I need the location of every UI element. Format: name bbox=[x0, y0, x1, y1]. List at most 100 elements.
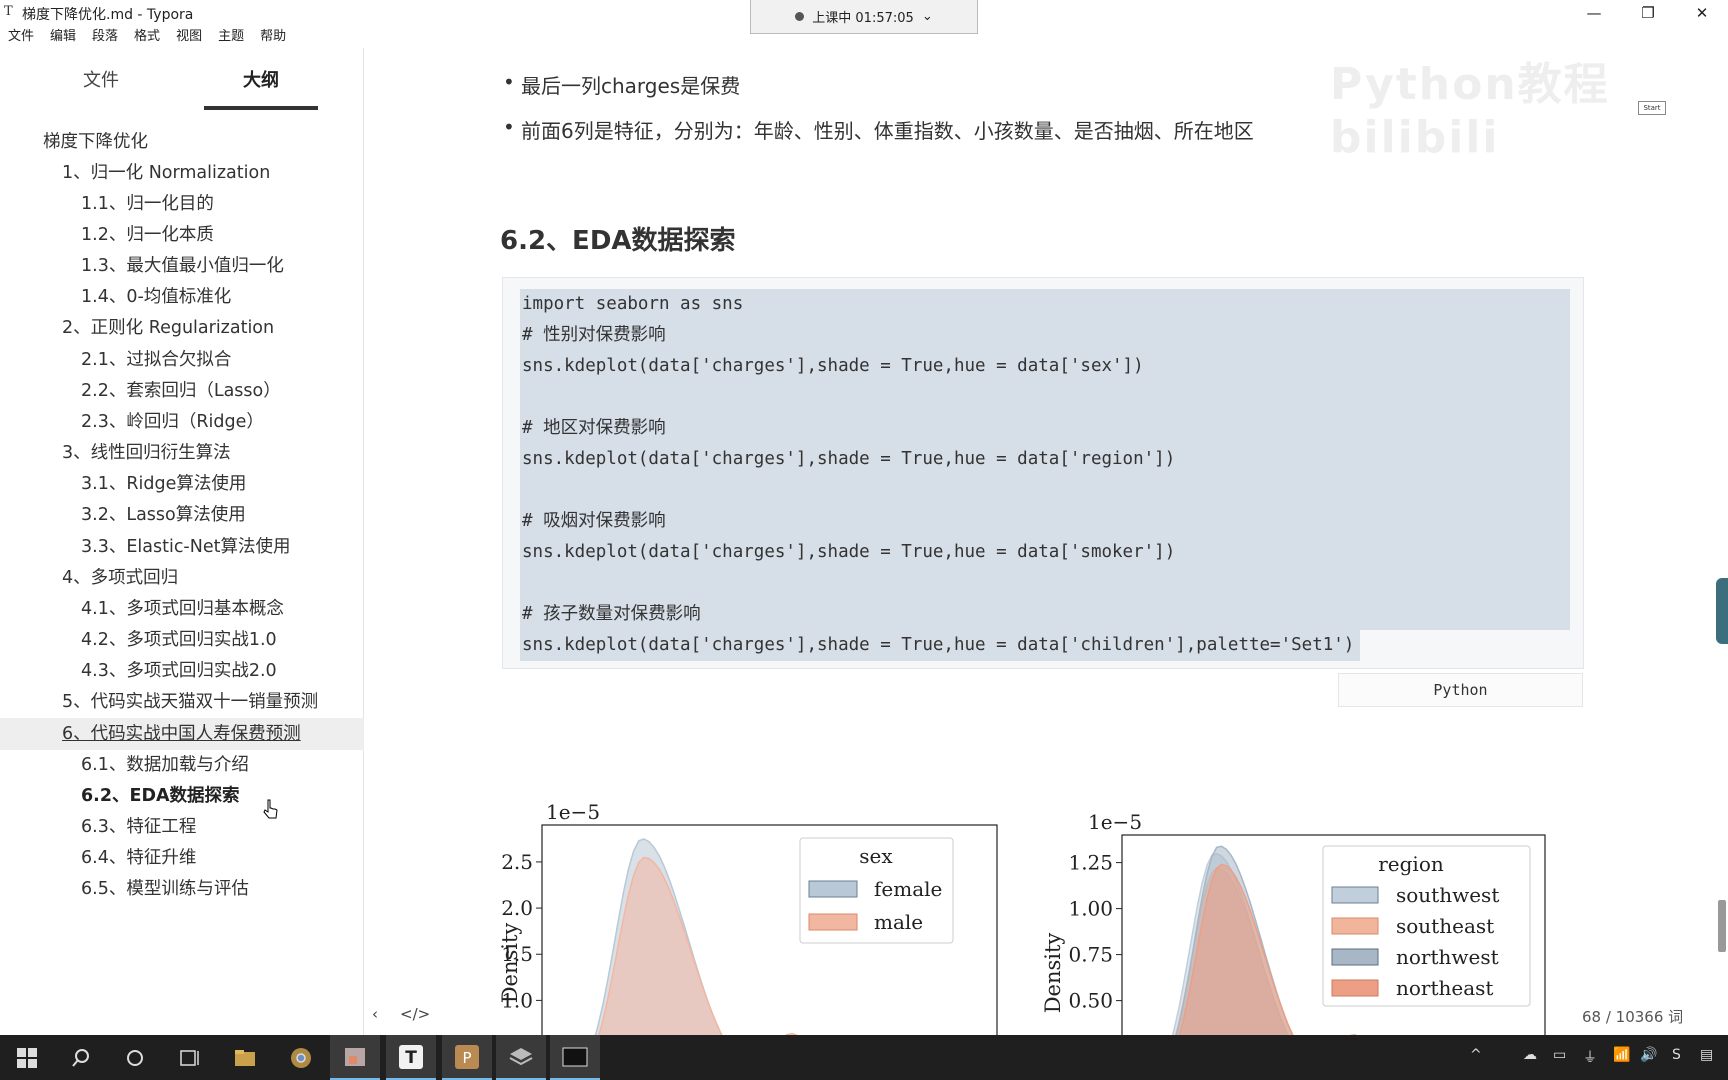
pycharm-icon[interactable]: P bbox=[442, 1035, 492, 1080]
onedrive-icon[interactable]: ☁ bbox=[1523, 1047, 1537, 1063]
outline-item[interactable]: 3.1、Ridge算法使用 bbox=[81, 468, 246, 500]
legend-title: sex bbox=[859, 844, 893, 868]
chevron-down-icon[interactable]: ⌄ bbox=[922, 9, 933, 24]
kde-chart-region: 1e−5 0.250.500.751.001.25 Density region… bbox=[1041, 810, 1546, 1035]
notifications-icon[interactable]: ▤ bbox=[1700, 1047, 1713, 1063]
legend-swatch-northeast bbox=[1331, 979, 1379, 997]
code-line[interactable]: import seaborn as sns bbox=[520, 289, 1570, 320]
y-tick-label: 0.50 bbox=[1068, 989, 1113, 1013]
code-line[interactable]: # 吸烟对保费影响 bbox=[520, 506, 1570, 537]
outline-item[interactable]: 梯度下降优化 bbox=[43, 126, 148, 158]
code-line[interactable]: sns.kdeplot(data['charges'],shade = True… bbox=[520, 444, 1570, 475]
outline-item-hovered[interactable]: 6、代码实战中国人寿保费预测 bbox=[0, 718, 364, 750]
sidebar-tabs: 文件 大纲 bbox=[0, 66, 364, 110]
menu-theme[interactable]: 主题 bbox=[218, 26, 244, 48]
menu-paragraph[interactable]: 段落 bbox=[92, 26, 118, 48]
outline-item-current[interactable]: 6.2、EDA数据探索 bbox=[81, 780, 240, 812]
taskbar: T P ^ ☁ ▭ ⏚ 📶 🔊 S ▤ bbox=[0, 1035, 1728, 1080]
typora-icon[interactable]: T bbox=[386, 1035, 436, 1080]
code-line[interactable] bbox=[520, 568, 1570, 599]
legend: region southwest southeast northwest nor… bbox=[1322, 845, 1531, 1007]
outline-item[interactable]: 6.5、模型训练与评估 bbox=[81, 873, 249, 905]
code-line[interactable]: sns.kdeplot(data['charges'],shade = True… bbox=[520, 630, 1361, 661]
volume-icon[interactable]: 🔊 bbox=[1640, 1047, 1657, 1063]
outline-item[interactable]: 1.1、归一化目的 bbox=[81, 188, 214, 220]
menu-format[interactable]: 格式 bbox=[134, 26, 160, 48]
outline-item[interactable]: 3、线性回归衍生算法 bbox=[62, 437, 231, 469]
paint-icon[interactable] bbox=[330, 1035, 380, 1080]
search-icon[interactable] bbox=[56, 1035, 106, 1080]
outline-item[interactable]: 1.2、归一化本质 bbox=[81, 219, 214, 251]
code-line[interactable]: # 孩子数量对保费影响 bbox=[520, 599, 1570, 630]
legend-label-male: male bbox=[874, 910, 923, 934]
outline-item[interactable]: 3.3、Elastic-Net算法使用 bbox=[81, 531, 290, 563]
svg-text:T: T bbox=[405, 1048, 417, 1068]
start-button[interactable]: Start bbox=[1638, 101, 1666, 115]
outline-item[interactable]: 3.2、Lasso算法使用 bbox=[81, 499, 246, 531]
outline-item[interactable]: 2、正则化 Regularization bbox=[62, 312, 274, 344]
task-view-icon[interactable] bbox=[164, 1035, 214, 1080]
minimize-button[interactable]: — bbox=[1570, 0, 1618, 26]
outline-item[interactable]: 2.2、套索回归（Lasso） bbox=[81, 375, 281, 407]
app-tray-icon[interactable]: S bbox=[1672, 1047, 1681, 1063]
class-timer[interactable]: 上课中 01:57:05 ⌄ bbox=[750, 0, 978, 34]
outline-item[interactable]: 6.3、特征工程 bbox=[81, 811, 196, 843]
y-tick-label: 0.75 bbox=[1068, 943, 1113, 967]
word-count[interactable]: 68 / 10366 词 bbox=[1582, 1006, 1683, 1027]
outline-item[interactable]: 2.3、岭回归（Ridge） bbox=[81, 406, 264, 438]
menu-view[interactable]: 视图 bbox=[176, 26, 202, 48]
code-line[interactable] bbox=[520, 475, 1570, 506]
svg-text:P: P bbox=[462, 1049, 471, 1067]
outline-item[interactable]: 1.3、最大值最小值归一化 bbox=[81, 250, 284, 282]
battery-icon[interactable]: ▭ bbox=[1553, 1047, 1566, 1063]
file-explorer-icon[interactable] bbox=[220, 1035, 270, 1080]
typora-app-icon: T bbox=[4, 4, 13, 19]
code-block[interactable]: import seaborn as sns # 性别对保费影响 sns.kdep… bbox=[502, 277, 1584, 669]
code-line[interactable]: sns.kdeplot(data['charges'],shade = True… bbox=[520, 537, 1570, 568]
outline-item[interactable]: 4.1、多项式回归基本概念 bbox=[81, 593, 284, 625]
menu-edit[interactable]: 编辑 bbox=[50, 26, 76, 48]
timer-text: 上课中 01:57:05 bbox=[812, 11, 914, 26]
outline-item-label[interactable]: 6、代码实战中国人寿保费预测 bbox=[62, 718, 301, 750]
tab-outline[interactable]: 大纲 bbox=[204, 66, 318, 110]
outline-item[interactable]: 5、代码实战天猫双十一销量预测 bbox=[62, 686, 318, 718]
outline-item[interactable]: 2.1、过拟合欠拟合 bbox=[81, 344, 231, 376]
code-language-selector[interactable]: Python bbox=[1338, 673, 1583, 707]
legend-swatch-male bbox=[808, 913, 858, 931]
side-panel-handle[interactable] bbox=[1716, 578, 1728, 644]
outline-item[interactable]: 6.1、数据加载与介绍 bbox=[81, 749, 249, 781]
outline-item[interactable]: 4、多项式回归 bbox=[62, 562, 178, 594]
vm-icon[interactable] bbox=[496, 1035, 546, 1080]
close-button[interactable]: ✕ bbox=[1678, 0, 1726, 26]
code-line[interactable]: # 性别对保费影响 bbox=[520, 320, 1570, 351]
terminal-icon[interactable] bbox=[550, 1035, 600, 1080]
windows-icon[interactable] bbox=[2, 1035, 52, 1080]
sidebar: 文件 大纲 梯度下降优化 1、归一化 Normalization 1.1、归一化… bbox=[0, 48, 364, 1035]
scrollbar-thumb[interactable] bbox=[1718, 900, 1726, 952]
section-heading: 6.2、EDA数据探索 bbox=[500, 226, 736, 256]
outline-item[interactable]: 1.4、0-均值标准化 bbox=[81, 281, 231, 313]
y-tick-label: 2.5 bbox=[501, 850, 533, 874]
outline-item[interactable]: 6.4、特征升维 bbox=[81, 842, 196, 874]
chrome-icon[interactable] bbox=[276, 1035, 326, 1080]
legend: sex female male bbox=[799, 837, 954, 944]
network-icon[interactable]: ⏚ bbox=[1583, 1047, 1597, 1067]
outline-item[interactable]: 4.2、多项式回归实战1.0 bbox=[81, 624, 277, 656]
cortana-icon[interactable] bbox=[110, 1035, 160, 1080]
maximize-button[interactable]: ❐ bbox=[1624, 0, 1672, 26]
outline-item[interactable]: 4.3、多项式回归实战2.0 bbox=[81, 655, 277, 687]
tray-expand-icon[interactable]: ^ bbox=[1470, 1047, 1482, 1063]
code-line[interactable] bbox=[520, 382, 1570, 413]
code-line[interactable]: sns.kdeplot(data['charges'],shade = True… bbox=[520, 351, 1570, 382]
legend-swatch-southeast bbox=[1331, 917, 1379, 935]
tab-files[interactable]: 文件 bbox=[56, 66, 146, 106]
legend-label-northeast: northeast bbox=[1396, 976, 1493, 1000]
menu-help[interactable]: 帮助 bbox=[260, 26, 286, 48]
wifi-icon[interactable]: 📶 bbox=[1613, 1047, 1630, 1063]
code-selection[interactable]: import seaborn as sns # 性别对保费影响 sns.kdep… bbox=[520, 289, 1570, 630]
legend-label-southwest: southwest bbox=[1396, 883, 1499, 907]
code-line[interactable]: # 地区对保费影响 bbox=[520, 413, 1570, 444]
outline-item[interactable]: 1、归一化 Normalization bbox=[62, 157, 270, 189]
legend-label-female: female bbox=[874, 877, 942, 901]
menu-file[interactable]: 文件 bbox=[8, 26, 34, 48]
